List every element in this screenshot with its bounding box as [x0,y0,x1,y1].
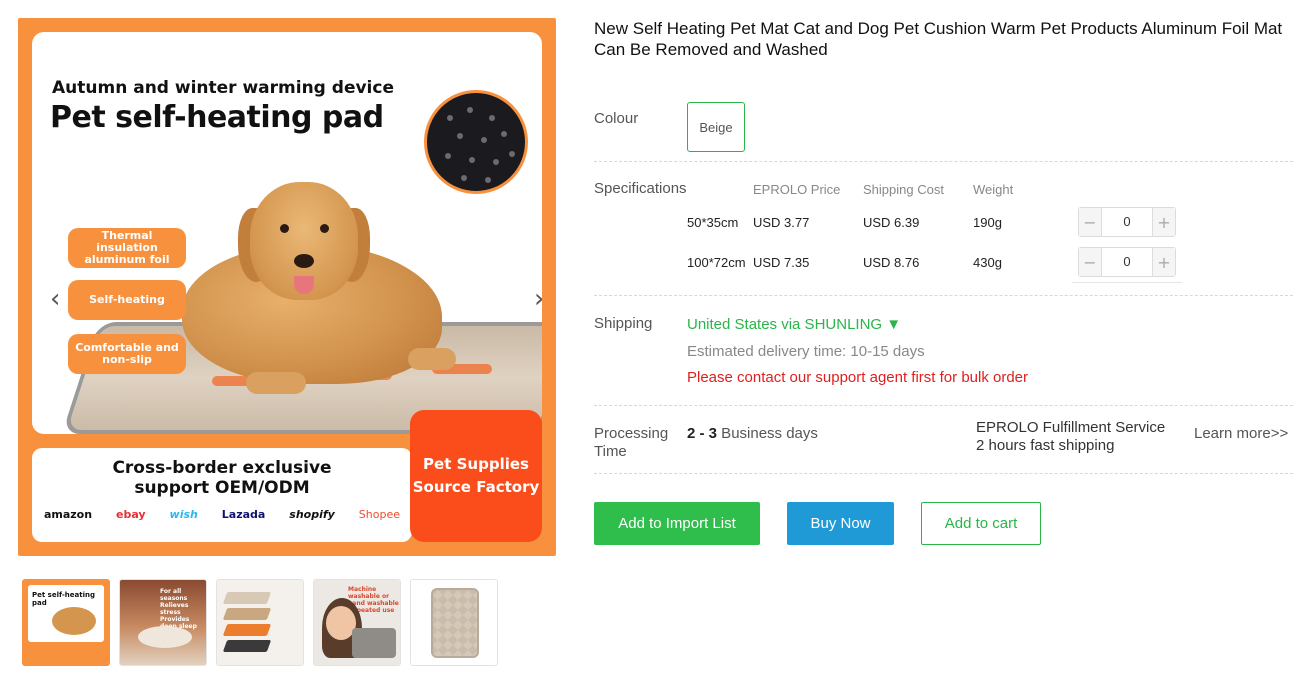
colour-label: Colour [594,110,639,127]
oem-line-1: Cross-border exclusive [112,458,332,478]
dog-leg [408,348,456,370]
spec-weight: 190g [973,215,1002,230]
wish-logo: wish [169,508,198,521]
shipping-method-select[interactable]: United States via SHUNLING ▼ [687,316,901,333]
product-page: Autumn and winter warming device Pet sel… [0,0,1304,689]
minus-icon[interactable]: − [1079,248,1101,276]
thumbnail-strip: Pet self-heating pad For all seasons Rel… [22,579,498,666]
bulk-order-notice: Please contact our support agent first f… [687,369,1029,386]
main-product-image[interactable]: Autumn and winter warming device Pet sel… [18,18,556,556]
ebay-logo: ebay [116,508,146,521]
chevron-left-icon[interactable]: ‹ [50,286,60,312]
oem-line-2: support OEM/ODM [134,478,310,498]
hero-title: Pet self-heating pad [50,100,384,135]
add-to-cart-button[interactable]: Add to cart [921,502,1041,545]
thumbnail-4[interactable]: Machine washable or hand washable Repeat… [313,579,401,666]
shipping-label: Shipping [594,315,653,332]
spec-price: USD 7.35 [753,255,810,270]
fulfillment-line-1: EPROLO Fulfillment Service [976,419,1166,436]
specifications-label: Specifications [594,180,687,197]
spec-price: USD 3.77 [753,215,810,230]
buy-now-button[interactable]: Buy Now [787,502,894,545]
shopify-logo: shopify [289,508,335,521]
processing-time-value: 2 - 3 Business days [687,425,818,442]
hero-card: Autumn and winter warming device Pet sel… [32,32,542,434]
divider [1072,282,1182,283]
feature-pill: Thermal insulation aluminum foil [68,228,186,268]
colour-option-beige[interactable]: Beige [687,102,745,152]
dog-image [52,607,96,635]
factory-badge: Pet Supplies Source Factory [410,410,542,542]
thumbnail-caption: For all seasons Relieves stress Provides… [160,588,197,630]
quantity-value[interactable]: 0 [1101,248,1153,276]
divider [594,161,1293,162]
spec-shipping: USD 8.76 [863,255,920,270]
processing-days: 2 - 3 [687,425,718,442]
oem-banner: Cross-border exclusive support OEM/ODM a… [32,448,412,542]
divider [594,295,1293,296]
spec-header-shipping: Shipping Cost [863,182,944,197]
fulfillment-info: EPROLO Fulfillment Service 2 hours fast … [976,419,1165,455]
factory-line-2: Source Factory [412,478,540,496]
dog-leg [246,372,306,394]
add-to-import-list-button[interactable]: Add to Import List [594,502,760,545]
fabric-closeup [424,90,528,194]
learn-more-link[interactable]: Learn more>> [1194,425,1288,442]
plus-icon[interactable]: + [1153,248,1175,276]
chevron-right-icon[interactable]: › [534,286,542,312]
hero-subtitle: Autumn and winter warming device [52,78,394,98]
lazada-logo: Lazada [221,508,266,521]
divider [594,473,1293,474]
cat-image [138,626,192,648]
dog-nose [294,254,314,268]
spec-size: 100*72cm [687,255,746,270]
thumbnail-5[interactable] [410,579,498,666]
dog-eye [320,224,329,233]
quantity-stepper: − 0 + [1078,207,1176,237]
processing-label-time: Time [594,443,627,460]
thumbnail-2[interactable]: For all seasons Relieves stress Provides… [119,579,207,666]
spec-header-weight: Weight [973,182,1014,197]
spec-shipping: USD 6.39 [863,215,920,230]
delivery-estimate: Estimated delivery time: 10-15 days [687,343,925,360]
spec-weight: 430g [973,255,1002,270]
product-title: New Self Heating Pet Mat Cat and Dog Pet… [594,19,1283,59]
processing-label: Processing [594,425,669,442]
amazon-logo: amazon [43,508,93,521]
quantity-stepper: − 0 + [1078,247,1176,277]
thumbnail-1[interactable]: Pet self-heating pad [22,579,110,666]
spec-size: 50*35cm [687,215,739,230]
minus-icon[interactable]: − [1079,208,1101,236]
mat-image [352,628,396,658]
thumbnail-3[interactable] [216,579,304,666]
processing-unit: Business days [717,425,818,442]
thumbnail-title: Pet self-heating pad [32,591,95,607]
mat-image [431,588,479,658]
factory-line-1: Pet Supplies [423,455,529,473]
shopee-logo: Shopee [358,508,400,521]
quantity-value[interactable]: 0 [1101,208,1153,236]
platform-logos: amazon ebay wish Lazada shopify Shopee [32,508,412,521]
feature-pill: Comfortable and non-slip [68,334,186,374]
spec-header-price: EPROLO Price [753,182,841,197]
feature-pill: Self-heating [68,280,186,320]
dog-eye [280,224,289,233]
plus-icon[interactable]: + [1153,208,1175,236]
fulfillment-line-2: 2 hours fast shipping [976,437,1115,454]
divider [594,405,1293,406]
